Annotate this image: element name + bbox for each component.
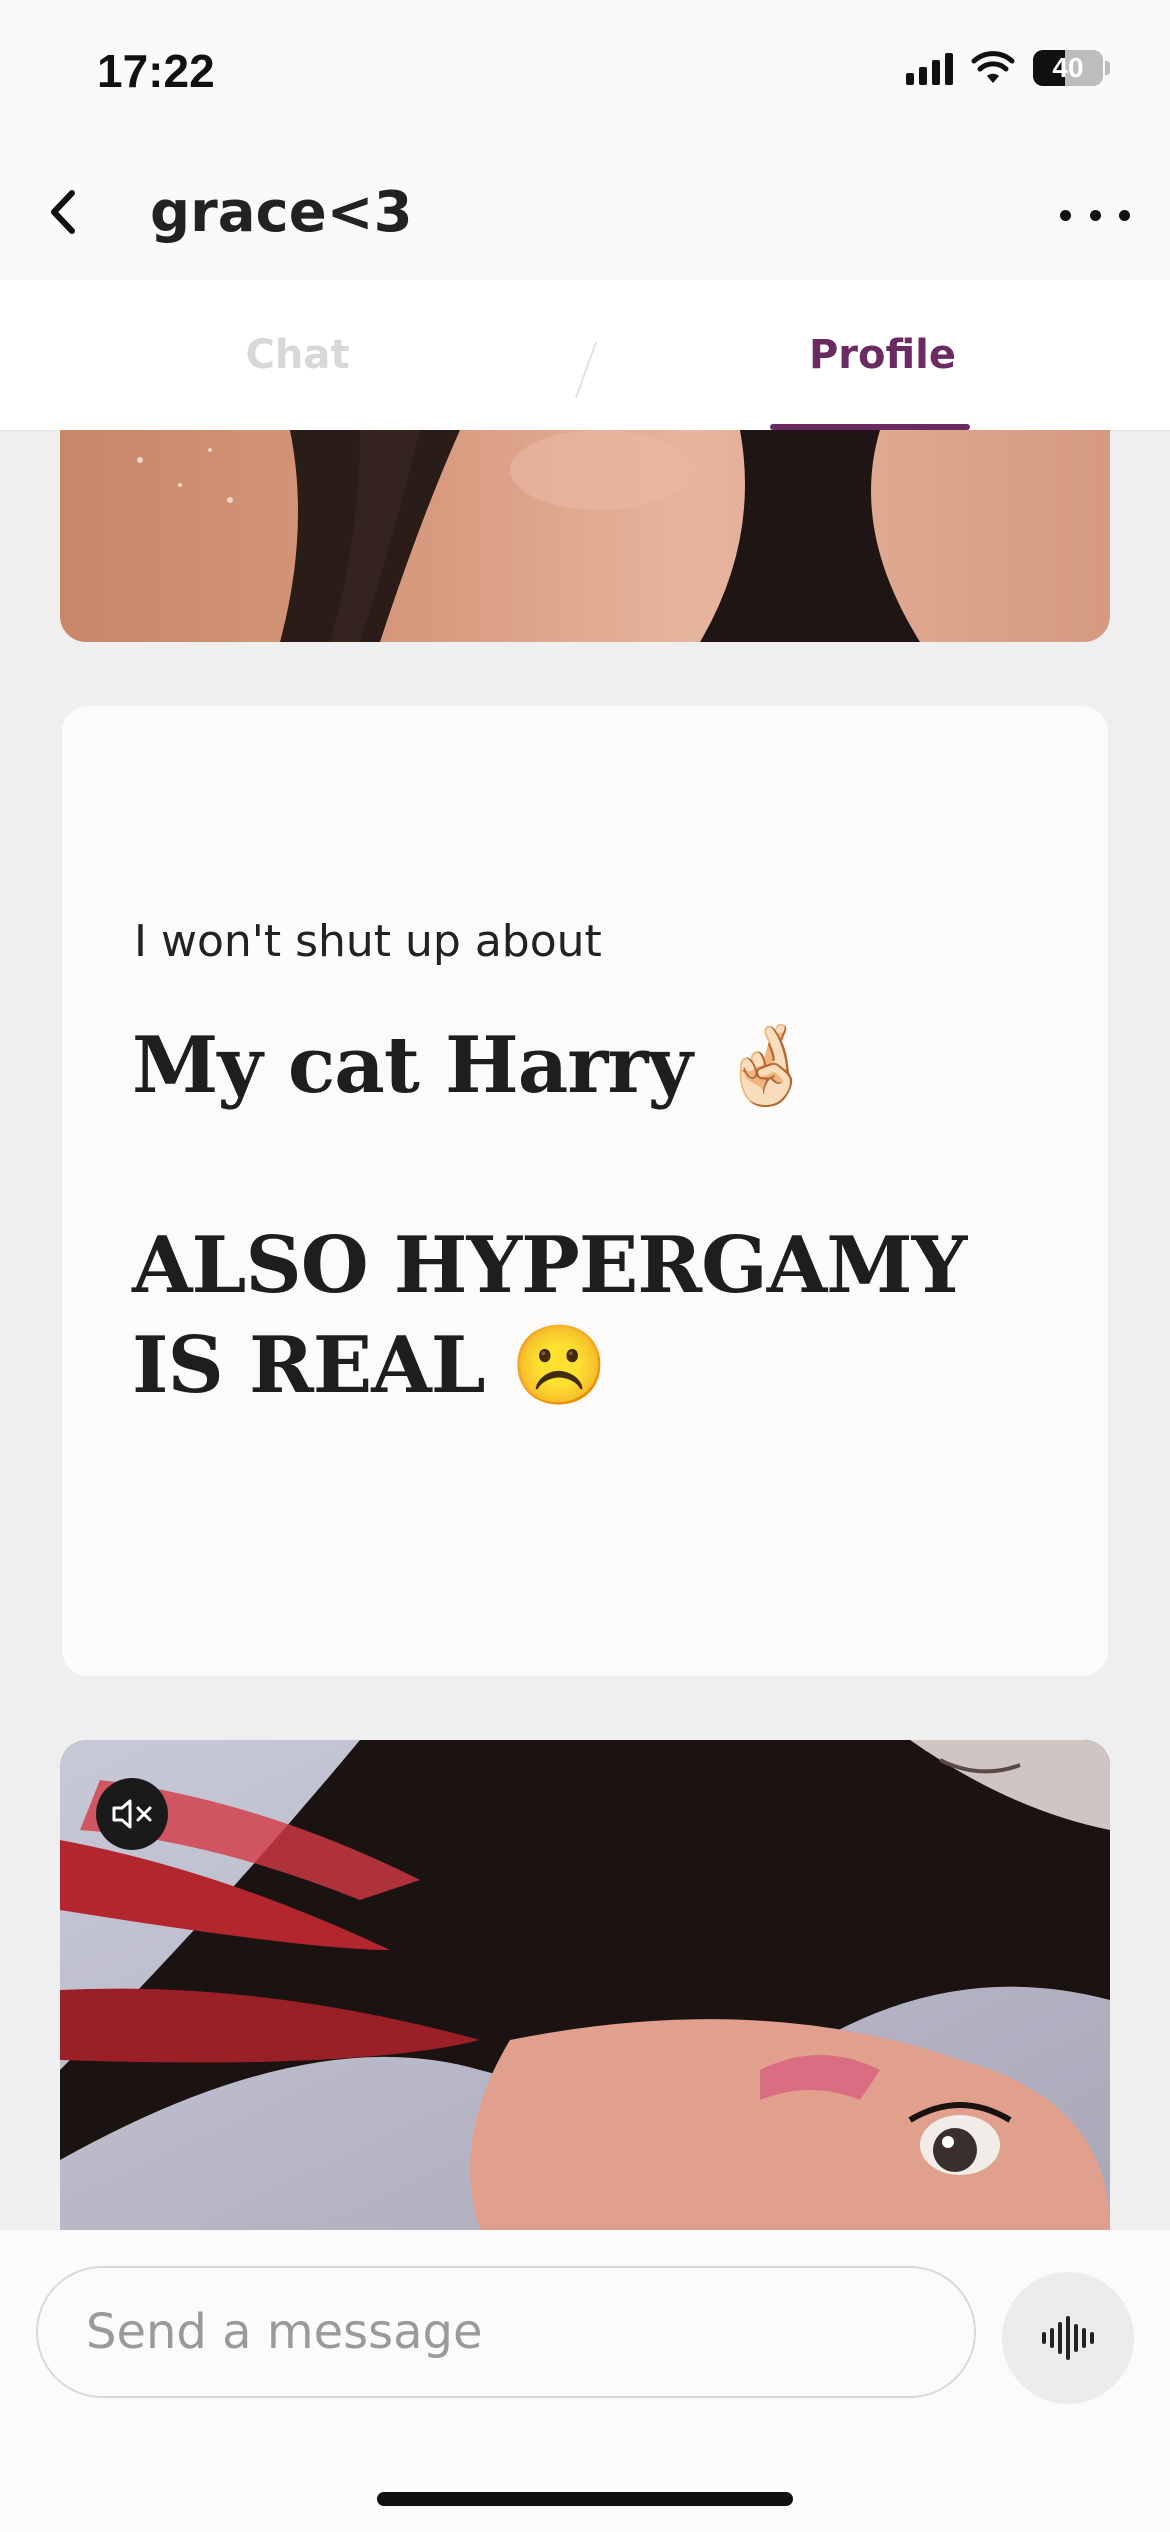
wifi-icon bbox=[971, 51, 1015, 83]
prompt-card[interactable]: I won't shut up about My cat Harry 🤞🏻 AL… bbox=[62, 706, 1108, 1676]
message-composer bbox=[0, 2230, 1170, 2532]
screen: 17:22 40 grace<3 Chat Profile I won't sh… bbox=[0, 0, 1170, 2532]
profile-video[interactable] bbox=[60, 1740, 1110, 2230]
speaker-muted-icon bbox=[112, 1799, 152, 1829]
prompt-question: I won't shut up about bbox=[134, 916, 602, 967]
signal-icon bbox=[906, 51, 953, 85]
tab-bar: Chat Profile bbox=[0, 280, 1170, 431]
mute-toggle-button[interactable] bbox=[96, 1778, 168, 1850]
header: grace<3 bbox=[0, 150, 1170, 280]
home-indicator bbox=[377, 2492, 793, 2506]
more-options-button[interactable] bbox=[1060, 190, 1130, 240]
tab-chat[interactable]: Chat bbox=[0, 280, 595, 430]
chevron-left-icon bbox=[51, 190, 75, 234]
voice-note-button[interactable] bbox=[1002, 2272, 1134, 2404]
waveform-icon bbox=[1042, 2316, 1094, 2360]
profile-photo-1[interactable] bbox=[60, 430, 1110, 642]
ellipsis-icon bbox=[1060, 209, 1071, 221]
back-button[interactable] bbox=[38, 182, 88, 242]
status-time: 17:22 bbox=[97, 45, 215, 97]
prompt-answer: My cat Harry 🤞🏻 ALSO HYPERGAMY IS REAL ☹… bbox=[132, 1020, 967, 1411]
battery-icon: 40 bbox=[1033, 50, 1110, 86]
battery-level: 40 bbox=[1052, 52, 1084, 83]
tab-profile[interactable]: Profile bbox=[595, 280, 1170, 430]
match-name: grace<3 bbox=[150, 180, 413, 245]
status-bar: 17:22 40 bbox=[0, 0, 1170, 150]
message-input[interactable] bbox=[36, 2266, 976, 2398]
status-icons: 40 bbox=[906, 50, 1110, 86]
